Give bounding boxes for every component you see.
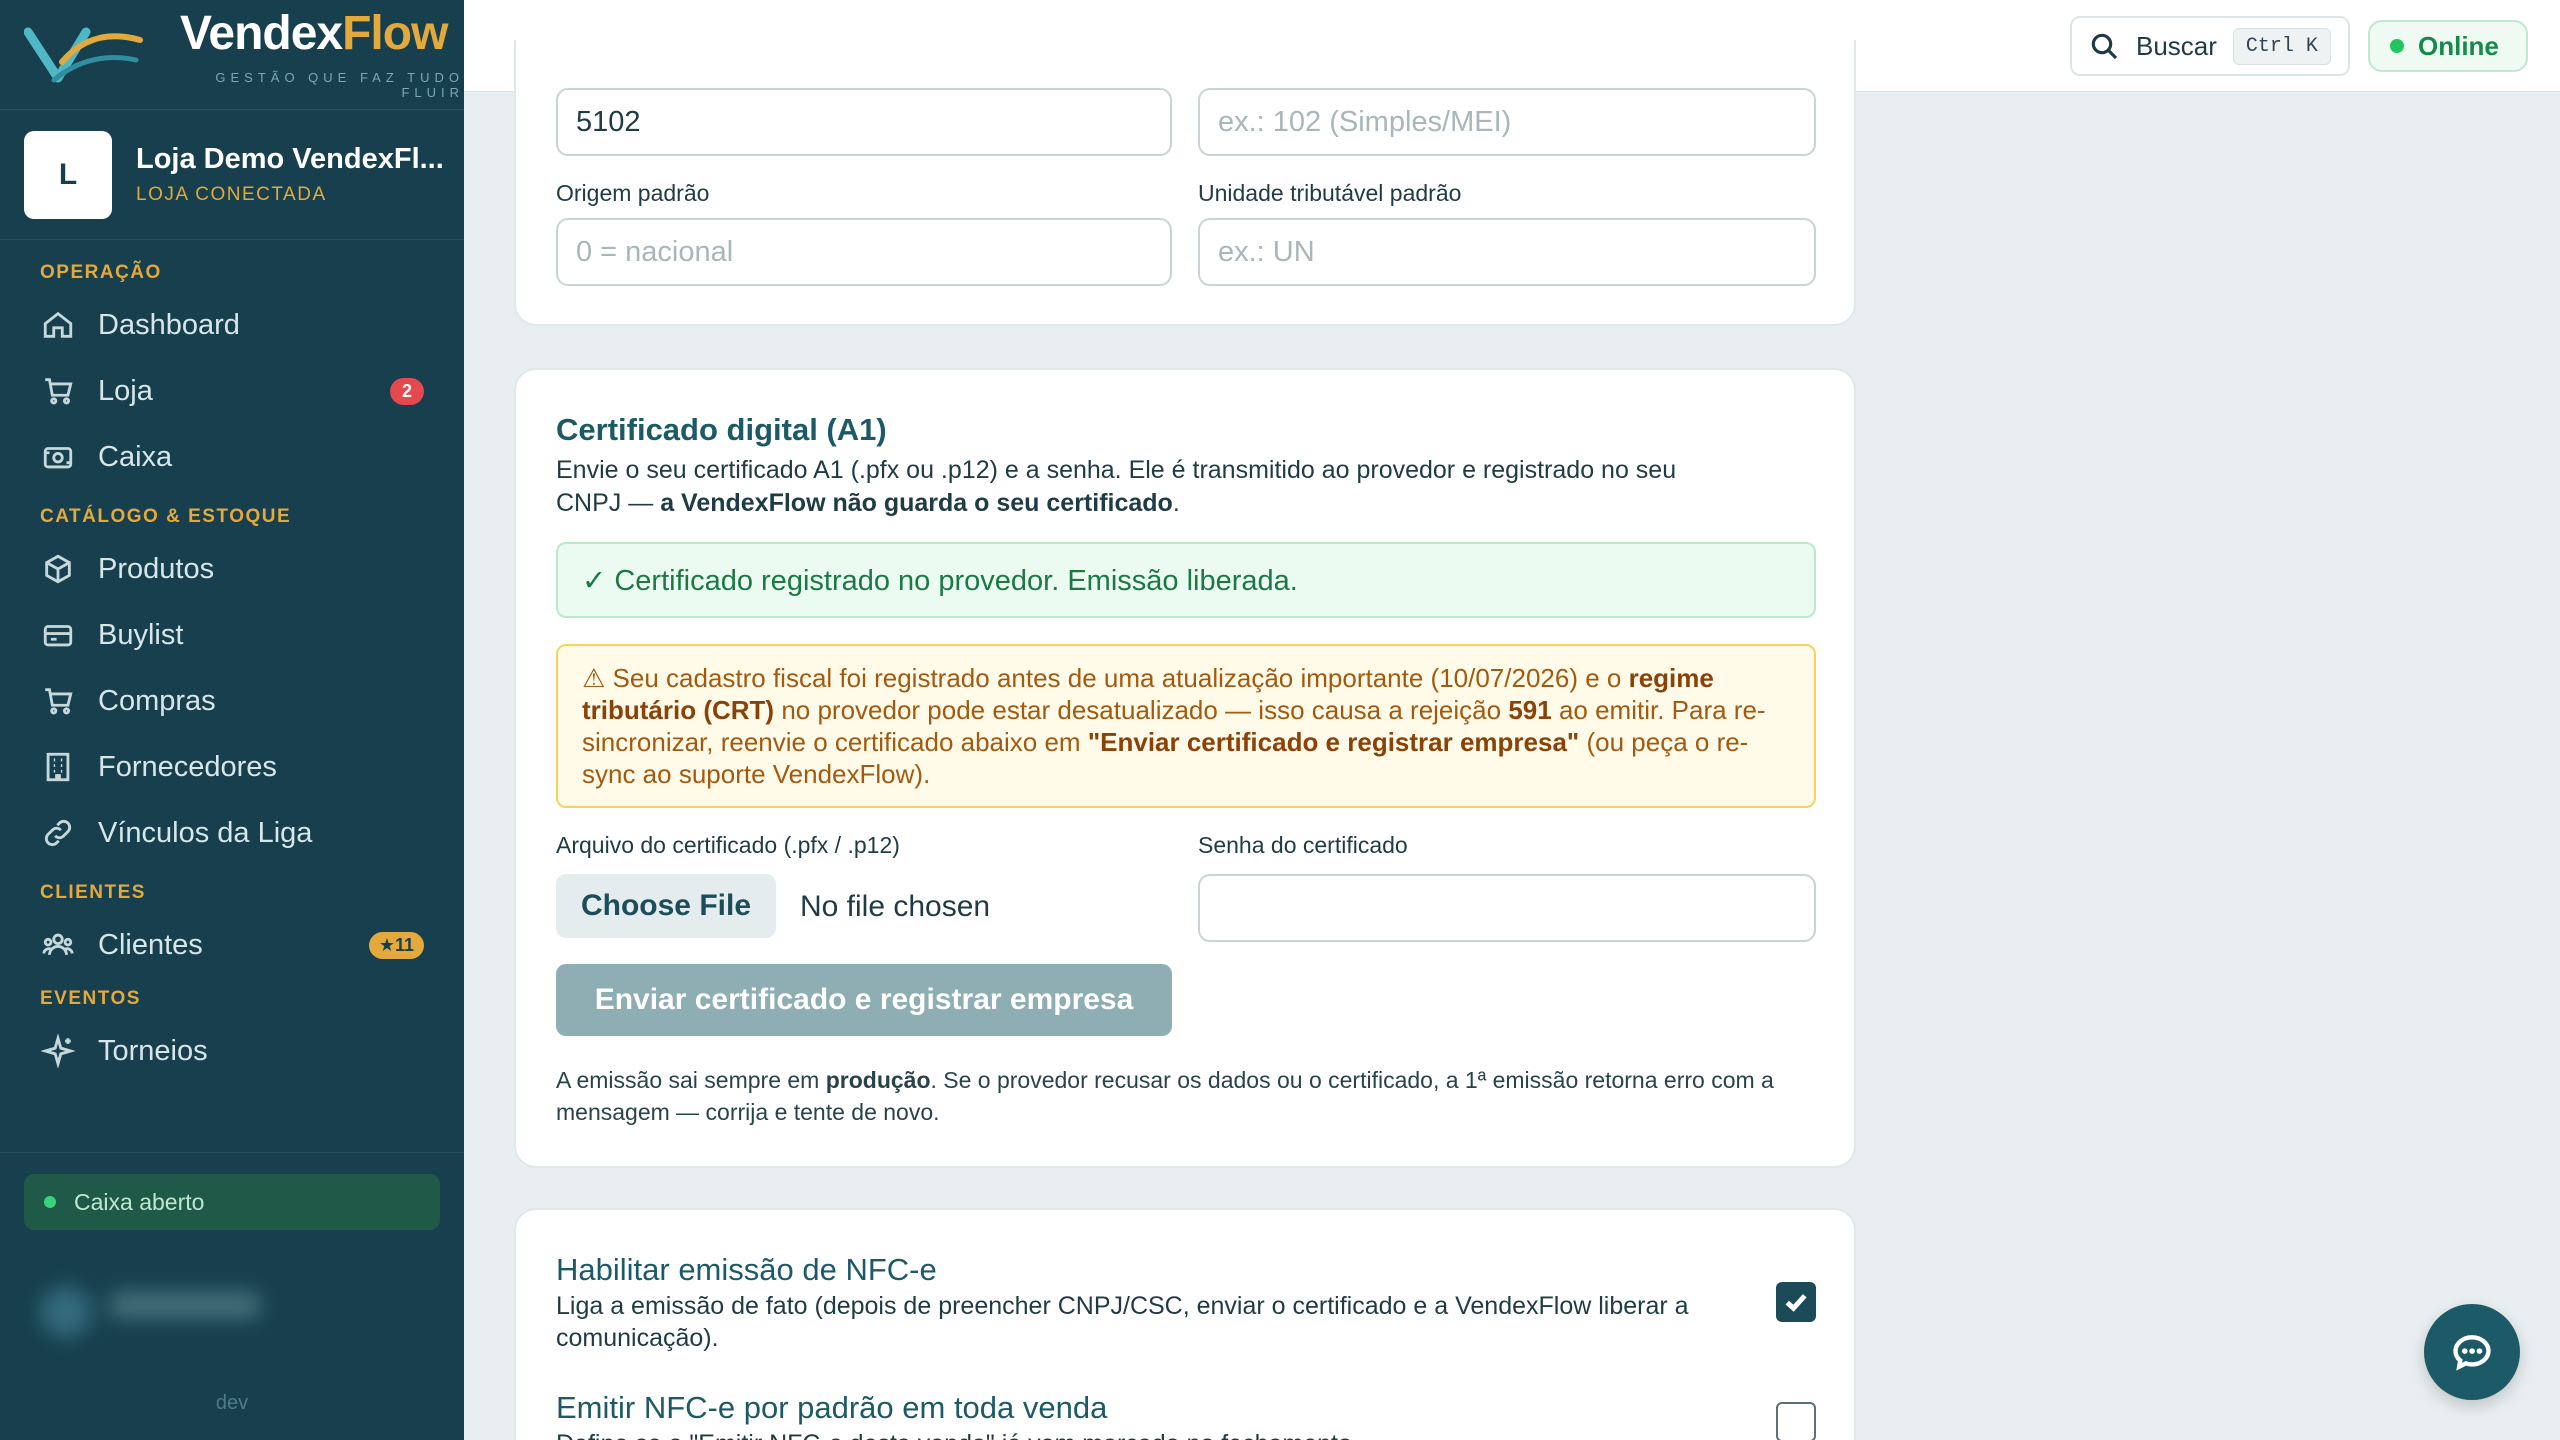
sidebar-item-label: Fornecedores (98, 750, 277, 783)
fiscal-defaults-card: 5102 ex.: 102 (Simples/MEI) Origem padrã… (514, 40, 1856, 326)
keyboard-shortcut: Ctrl K (2232, 27, 2331, 65)
file-status: No file chosen (800, 890, 991, 923)
sidebar-item-clientes[interactable]: Clientes ★11 (0, 912, 464, 978)
store-switcher[interactable]: L Loja Demo VendexFl... LOJA CONECTADA (0, 110, 464, 240)
sidebar-item-label: Loja (98, 374, 153, 407)
caixa-status-label: Caixa aberto (74, 1188, 205, 1215)
certificate-password-label: Senha do certificado (1198, 832, 1408, 858)
enable-nfce-checkbox[interactable] (1776, 1282, 1816, 1322)
unidade-label: Unidade tributável padrão (1198, 180, 1462, 206)
sidebar-divider (0, 1152, 464, 1153)
box-icon (40, 551, 76, 587)
nav-section-catalogo: CATÁLOGO & ESTOQUE (40, 506, 292, 527)
sidebar-item-label: Compras (98, 684, 216, 717)
default-nfce-checkbox[interactable] (1776, 1402, 1816, 1440)
unidade-input[interactable]: ex.: UN (1198, 218, 1816, 286)
sidebar: VendexFlow GESTÃO QUE FAZ TUDO FLUIR L L… (0, 0, 464, 1440)
sidebar-item-label: Torneios (98, 1034, 208, 1067)
search-icon (2091, 33, 2118, 60)
environment-label: dev (215, 1392, 249, 1414)
certificate-title: Certificado digital (A1) (556, 412, 887, 447)
certificate-card: Certificado digital (A1) Envie o seu cer… (514, 368, 1856, 1168)
sidebar-item-label: Vínculos da Liga (98, 816, 313, 849)
sidebar-item-label: Caixa (98, 440, 173, 473)
status-dot (44, 1196, 56, 1208)
nav-section-clientes: CLIENTES (40, 882, 146, 903)
users-icon (40, 927, 76, 963)
sidebar-item-compras[interactable]: Compras (0, 668, 464, 734)
cart-icon (40, 683, 76, 719)
connection-status-badge: Online (2368, 20, 2528, 72)
csosn-input[interactable]: ex.: 102 (Simples/MEI) (1198, 88, 1816, 156)
nfce-settings-card: Habilitar emissão de NFC-e Liga a emissã… (514, 1208, 1856, 1440)
store-name: Loja Demo VendexFl... (136, 143, 444, 175)
brand-tagline: GESTÃO QUE FAZ TUDO FLUIR (215, 69, 464, 100)
choose-file-button[interactable]: Choose File (556, 874, 776, 938)
origem-label: Origem padrão (556, 180, 710, 206)
production-note: A emissão sai sempre em produção. Se o p… (556, 1067, 1774, 1125)
enable-nfce-description: Liga a emissão de fato (depois de preenc… (556, 1292, 1689, 1352)
sidebar-item-caixa[interactable]: Caixa (0, 424, 464, 490)
sparkle-icon (40, 1033, 76, 1069)
store-avatar: L (24, 130, 112, 219)
sidebar-item-loja[interactable]: Loja 2 (0, 358, 464, 424)
loyalty-badge: ★11 (368, 931, 424, 959)
certificate-file-label: Arquivo do certificado (.pfx / .p12) (556, 832, 900, 858)
sidebar-item-label: Produtos (98, 552, 215, 585)
crt-warning-alert: ⚠ Seu cadastro fiscal foi registrado ant… (556, 644, 1816, 808)
link-icon (40, 815, 76, 851)
status-dot (2390, 39, 2404, 53)
chat-button[interactable] (2424, 1304, 2520, 1400)
submit-certificate-button[interactable]: Enviar certificado e registrar empresa (556, 964, 1172, 1036)
sidebar-item-dashboard[interactable]: Dashboard (0, 292, 464, 358)
user-profile-blurred[interactable] (40, 1282, 270, 1342)
notification-badge: 2 (389, 377, 424, 405)
cash-register-icon (40, 439, 76, 475)
brand-name: VendexFlow (180, 6, 448, 60)
origem-input[interactable]: 0 = nacional (556, 218, 1172, 286)
brand[interactable]: VendexFlow GESTÃO QUE FAZ TUDO FLUIR (0, 0, 464, 110)
card-icon (40, 617, 76, 653)
cfop-input[interactable]: 5102 (556, 88, 1172, 156)
sidebar-item-label: Buylist (98, 618, 184, 651)
store-status: LOJA CONECTADA (136, 184, 327, 205)
sidebar-item-fornecedores[interactable]: Fornecedores (0, 734, 464, 800)
connection-status-label: Online (2418, 30, 2499, 61)
default-nfce-description: Define se o "Emitir NFC-e desta venda" j… (556, 1428, 1696, 1440)
nav-section-eventos: EVENTOS (40, 988, 141, 1009)
home-icon (40, 307, 76, 343)
sidebar-item-label: Clientes (98, 928, 203, 961)
search-button[interactable]: Buscar Ctrl K (2070, 16, 2350, 76)
chat-icon (2453, 1335, 2491, 1371)
certificate-success-alert: ✓ Certificado registrado no provedor. Em… (556, 542, 1816, 618)
vendexflow-logo-icon (23, 18, 144, 92)
building-icon (40, 749, 76, 785)
certificate-password-input[interactable] (1198, 874, 1816, 942)
certificate-description: Envie o seu certificado A1 (.pfx ou .p12… (556, 456, 1677, 517)
nav-section-operacao: OPERAÇÃO (40, 262, 162, 283)
sidebar-item-buylist[interactable]: Buylist (0, 602, 464, 668)
checkmark-icon (1785, 1294, 1807, 1312)
search-label: Buscar (2136, 30, 2217, 61)
sidebar-item-label: Dashboard (98, 308, 240, 341)
default-nfce-title: Emitir NFC-e por padrão em toda venda (556, 1390, 1108, 1425)
caixa-status-pill[interactable]: Caixa aberto (24, 1174, 440, 1230)
sidebar-item-torneios[interactable]: Torneios (0, 1018, 464, 1084)
cart-icon (40, 373, 76, 409)
enable-nfce-title: Habilitar emissão de NFC-e (556, 1252, 937, 1287)
sidebar-item-vinculos[interactable]: Vínculos da Liga (0, 800, 464, 866)
sidebar-item-produtos[interactable]: Produtos (0, 536, 464, 602)
